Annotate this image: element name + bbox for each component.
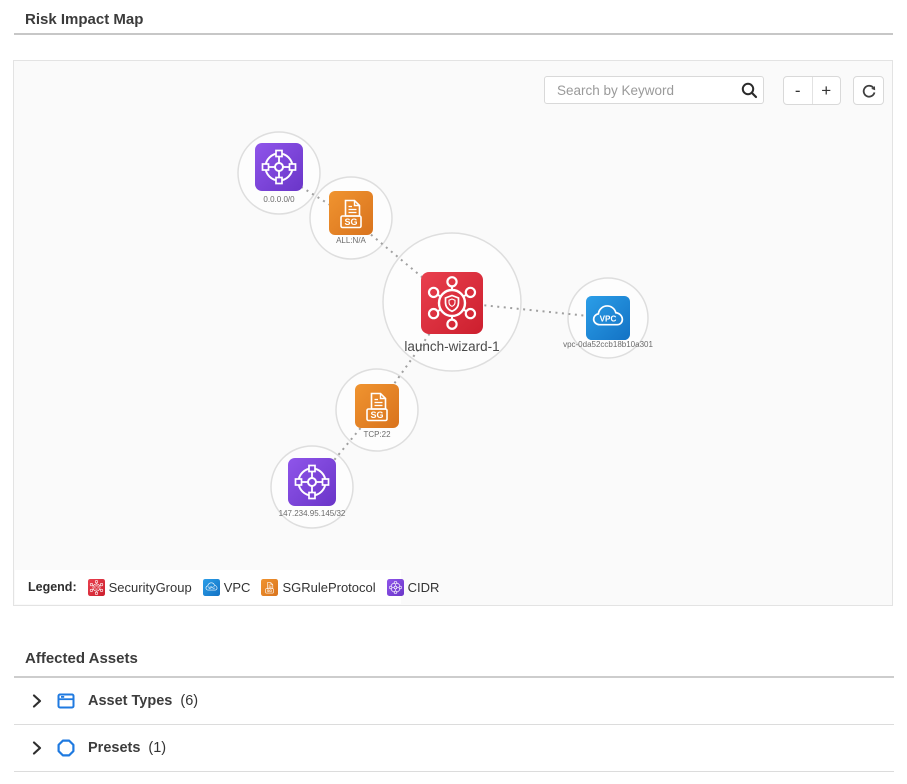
node-label: vpc-0da52ccb18b10a301 xyxy=(563,340,653,349)
legend-item-sg-rule-protocol: SGRuleProtocol xyxy=(261,579,375,596)
row-count: (6) xyxy=(180,693,198,709)
chevron-right-icon[interactable] xyxy=(27,738,47,758)
legend-item-label: VPC xyxy=(224,580,251,595)
search-box xyxy=(544,76,764,104)
refresh-icon xyxy=(859,81,879,101)
row-label: Presets xyxy=(88,740,140,756)
legend-item-security-group: SecurityGroup xyxy=(88,579,192,596)
risk-impact-map-panel: 0.0.0.0/0 ALL:N/A launch-wizard-1 vpc-0d… xyxy=(13,60,893,606)
vpc-icon xyxy=(203,579,220,596)
risk-graph-canvas[interactable]: 0.0.0.0/0 ALL:N/A launch-wizard-1 vpc-0d… xyxy=(14,61,892,605)
node-label: ALL:N/A xyxy=(336,236,366,245)
legend-label: Legend: xyxy=(28,580,77,594)
cidr-icon xyxy=(255,143,303,191)
cidr-icon xyxy=(387,579,404,596)
title-divider xyxy=(14,33,893,35)
cidr-icon xyxy=(288,458,336,506)
presets-icon xyxy=(56,738,76,758)
refresh-button[interactable] xyxy=(853,76,884,105)
sg-rule-icon xyxy=(329,191,373,235)
asset-types-icon xyxy=(56,691,76,711)
graph-node-cidr-147[interactable]: 147.234.95.145/32 xyxy=(279,458,346,518)
search-icon[interactable] xyxy=(740,81,758,99)
zoom-controls: - + xyxy=(783,76,841,105)
asset-types-row[interactable]: Asset Types (6) xyxy=(14,678,894,725)
legend-item-vpc: VPC xyxy=(203,579,251,596)
legend-item-label: SGRuleProtocol xyxy=(282,580,375,595)
row-label: Asset Types xyxy=(88,693,172,709)
page-title: Risk Impact Map xyxy=(25,11,143,28)
zoom-out-button[interactable]: - xyxy=(784,77,812,104)
security-group-icon xyxy=(421,272,483,334)
node-label: TCP:22 xyxy=(363,430,391,439)
affected-assets-title: Affected Assets xyxy=(25,650,907,667)
vpc-icon xyxy=(586,296,630,340)
zoom-in-button[interactable]: + xyxy=(812,77,841,104)
sg-rule-icon xyxy=(261,579,278,596)
node-label: launch-wizard-1 xyxy=(404,339,499,354)
legend-item-cidr: CIDR xyxy=(387,579,440,596)
affected-assets-section: Affected Assets Asset Types (6) xyxy=(0,650,907,772)
security-group-icon xyxy=(88,579,105,596)
node-label: 147.234.95.145/32 xyxy=(279,509,346,518)
chevron-right-icon[interactable] xyxy=(27,691,47,711)
sg-rule-icon xyxy=(355,384,399,428)
node-label: 0.0.0.0/0 xyxy=(263,195,295,204)
presets-row[interactable]: Presets (1) xyxy=(14,725,894,772)
legend-item-label: CIDR xyxy=(408,580,440,595)
legend-bar: Legend: SecurityGroup VPC SGRuleProtocol… xyxy=(15,570,401,604)
row-count: (1) xyxy=(148,740,166,756)
search-input[interactable] xyxy=(545,83,740,98)
legend-item-label: SecurityGroup xyxy=(109,580,192,595)
